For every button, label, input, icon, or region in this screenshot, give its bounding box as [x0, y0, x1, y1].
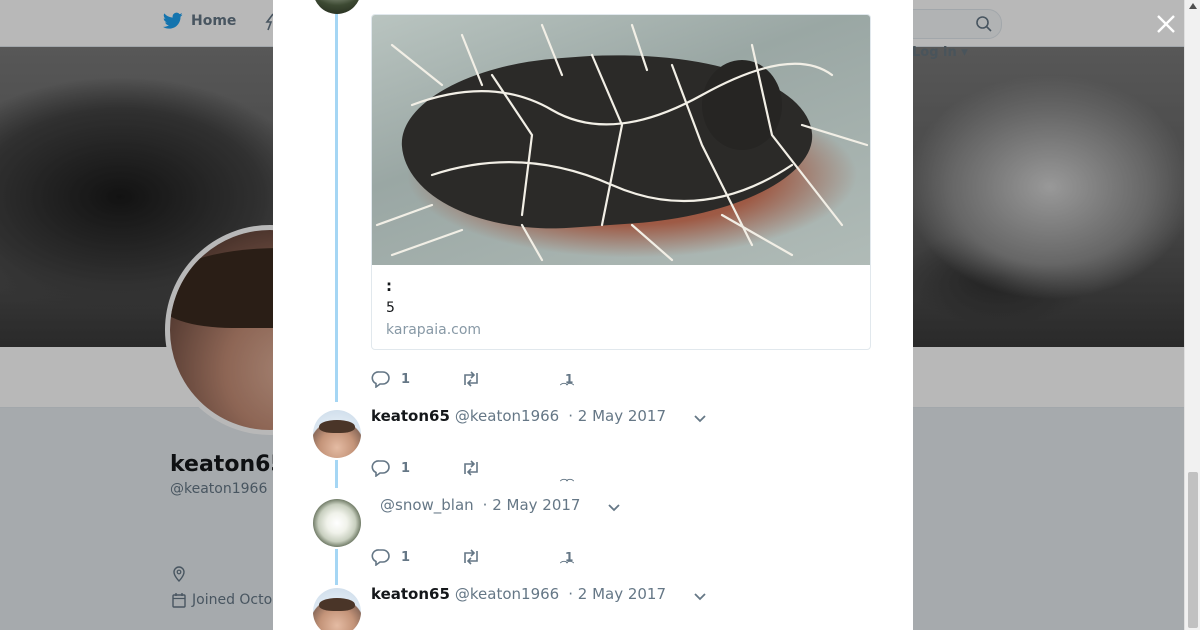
retweet-icon — [464, 371, 478, 387]
link-card-title: : — [386, 277, 392, 295]
tweet-timestamp[interactable]: · 2 May 2017 — [483, 496, 581, 514]
chevron-down-icon[interactable] — [607, 503, 621, 513]
like-count: 1 — [560, 372, 574, 393]
retweet-button[interactable] — [461, 549, 565, 565]
avatar[interactable] — [313, 499, 361, 547]
avatar[interactable] — [313, 588, 361, 630]
reply-button[interactable]: 1 — [371, 370, 461, 388]
reply-button[interactable]: 1 — [371, 548, 461, 566]
thread-line — [335, 14, 338, 402]
avatar[interactable] — [313, 0, 361, 14]
reply-button[interactable]: 1 — [371, 459, 461, 477]
page-scrollbar[interactable] — [1184, 0, 1200, 630]
like-button[interactable]: 1 — [560, 550, 574, 571]
tweet-actions: 1 1 — [371, 547, 574, 571]
tweet-timestamp[interactable]: · 2 May 2017 — [568, 407, 666, 425]
tweet-author-name[interactable]: keaton65 — [371, 407, 450, 425]
reply-count: 1 — [401, 549, 411, 565]
retweet-button[interactable] — [461, 371, 565, 387]
tweet-actions: 1 — [371, 458, 572, 489]
tweet-author-handle[interactable]: @keaton1966 — [455, 585, 559, 603]
link-card-description: 5 — [386, 300, 395, 316]
scrollbar-thumb[interactable] — [1188, 472, 1198, 628]
tweet-author-name[interactable]: keaton65 — [371, 585, 450, 603]
chevron-down-icon[interactable] — [693, 414, 707, 424]
reply-icon — [371, 549, 390, 566]
tweet-author-handle[interactable]: @snow_blan — [380, 496, 474, 514]
tweet-header: keaton65 @keaton1966 · 2 May 2017 — [371, 407, 707, 425]
reply-icon — [371, 371, 390, 388]
link-card-domain: karapaia.com — [386, 322, 482, 338]
tweet-actions: 1 1 — [371, 369, 574, 393]
tweet-timestamp[interactable]: · 2 May 2017 — [568, 585, 666, 603]
reply-icon — [371, 460, 390, 477]
tweet-author-handle[interactable]: @keaton1966 — [455, 407, 559, 425]
link-preview-card[interactable]: : 5 karapaia.com — [371, 14, 871, 350]
thread-line — [335, 460, 338, 488]
tweet-thread-modal: : 5 karapaia.com 1 1 keaton65 @keaton196… — [273, 0, 913, 630]
thread-line — [335, 549, 338, 585]
retweet-icon — [464, 549, 478, 565]
reply-count: 1 — [401, 371, 411, 387]
link-preview-image — [372, 15, 870, 265]
tweet-header: @snow_blan · 2 May 2017 — [375, 496, 621, 514]
scroll-up-arrow-icon[interactable] — [1189, 3, 1197, 9]
reply-count: 1 — [401, 460, 411, 476]
like-button[interactable]: 1 — [560, 372, 574, 393]
tweet-header: keaton65 @keaton1966 · 2 May 2017 — [371, 585, 707, 603]
retweet-icon — [464, 460, 478, 476]
avatar[interactable] — [313, 410, 361, 458]
retweet-button[interactable] — [461, 460, 565, 476]
white-branches-decoration — [375, 23, 869, 262]
chevron-down-icon[interactable] — [693, 592, 707, 602]
close-icon[interactable] — [1154, 12, 1178, 36]
like-count: 1 — [560, 550, 574, 571]
